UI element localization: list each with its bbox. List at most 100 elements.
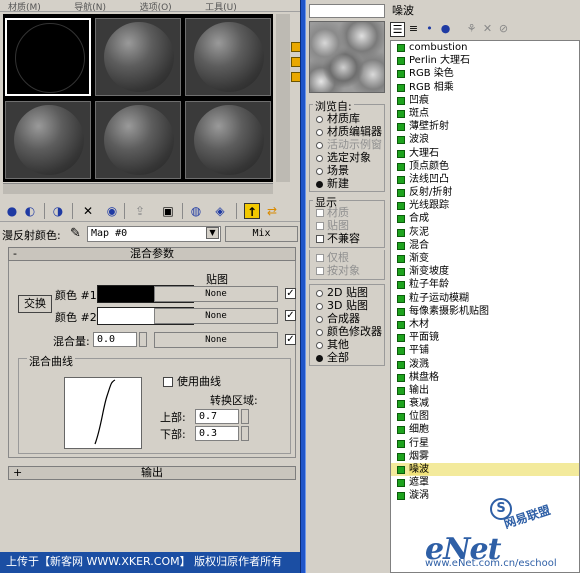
map-list-item[interactable]: 棋盘格: [391, 371, 579, 384]
map-list-item[interactable]: 平铺: [391, 344, 579, 357]
upper-spinner[interactable]: [241, 409, 249, 424]
sample-slot-3[interactable]: [185, 18, 271, 96]
map-list-item[interactable]: 平面镜: [391, 331, 579, 344]
map-list-item[interactable]: 位图: [391, 410, 579, 423]
slots-vertical-scrollbar[interactable]: [276, 14, 290, 182]
map-list-item[interactable]: combustion: [391, 41, 579, 54]
toolbar-separator: [182, 203, 183, 219]
map-name-field[interactable]: Map #0: [87, 226, 221, 242]
map-list-item[interactable]: RGB 相乘: [391, 81, 579, 94]
map-list-item[interactable]: 衰减: [391, 397, 579, 410]
sample-slot-2[interactable]: [95, 18, 181, 96]
map-list-item[interactable]: 每像素摄影机贴图: [391, 305, 579, 318]
map-list-item-label: 每像素摄影机贴图: [409, 305, 489, 317]
menu-options[interactable]: 选项(O): [140, 3, 172, 11]
map-list-item[interactable]: 顶点颜色: [391, 160, 579, 173]
upper-field[interactable]: 0.7: [195, 409, 239, 424]
map-list-item[interactable]: RGB 染色: [391, 67, 579, 80]
map-list-item[interactable]: 渐变坡度: [391, 265, 579, 278]
mix-parameters-header[interactable]: - 混合参数: [8, 247, 296, 261]
lower-spinner[interactable]: [241, 426, 249, 441]
sample-slot-5[interactable]: [95, 101, 181, 179]
put-to-scene-icon[interactable]: ◐: [22, 203, 38, 219]
use-curve-checkbox[interactable]: [163, 377, 173, 387]
go-to-parent-icon[interactable]: ↑: [244, 203, 260, 219]
map-list-item[interactable]: 噪波: [391, 463, 579, 477]
color1-map-checkbox[interactable]: ✓: [285, 288, 296, 299]
swap-button[interactable]: 交换: [18, 295, 52, 313]
chevron-down-icon[interactable]: ▼: [206, 227, 219, 239]
mix-amount-map-button[interactable]: None: [154, 332, 278, 348]
output-rollout-header[interactable]: + 输出: [8, 466, 296, 480]
map-list-item[interactable]: 输出: [391, 384, 579, 397]
map-list-item[interactable]: 行星: [391, 437, 579, 450]
menu-navigation[interactable]: 导航(N): [74, 3, 106, 11]
map-list-item[interactable]: 木材: [391, 318, 579, 331]
view-list-icons-icon[interactable]: ≡: [406, 22, 421, 37]
browse-from-option-label: 选定对象: [327, 151, 371, 164]
map-list-item[interactable]: 漩涡: [391, 489, 579, 502]
reset-map-icon[interactable]: ✕: [80, 203, 96, 219]
browse-from-option-label: 场景: [327, 164, 349, 177]
map-list-item[interactable]: 渐变: [391, 252, 579, 265]
put-to-library-icon[interactable]: ⇪: [132, 203, 148, 219]
delete-from-library-icon[interactable]: ✕: [480, 22, 495, 37]
map-type-filter-option[interactable]: 全部: [316, 352, 388, 365]
browse-from-group: 浏览自: 材质库 材质编辑器 活动示例窗 选定对象 场景 新建: [309, 98, 388, 192]
pick-material-icon[interactable]: ✎: [70, 226, 81, 241]
map-list-item[interactable]: 反射/折射: [391, 186, 579, 199]
slots-horizontal-scrollbar[interactable]: [3, 183, 273, 194]
clear-library-icon[interactable]: ⊘: [496, 22, 511, 37]
map-list-item[interactable]: 粒子年龄: [391, 278, 579, 291]
map-list-item[interactable]: 泼溅: [391, 358, 579, 371]
map-list-item[interactable]: 灰泥: [391, 226, 579, 239]
mix-amount-spinner[interactable]: [139, 332, 147, 347]
map-list-item[interactable]: 粒子运动模糊: [391, 292, 579, 305]
map-list-item[interactable]: 斑点: [391, 107, 579, 120]
map-list-item[interactable]: 遮罩: [391, 476, 579, 489]
sample-slot-6[interactable]: [185, 101, 271, 179]
sample-slot-1[interactable]: [5, 18, 91, 96]
view-list-icon[interactable]: ☰: [390, 22, 405, 37]
map-list-item[interactable]: 光线跟踪: [391, 199, 579, 212]
color2-map-button[interactable]: None: [154, 308, 278, 324]
show-map-in-viewport-icon[interactable]: ◍: [188, 203, 204, 219]
map-list-item[interactable]: 薄壁折射: [391, 120, 579, 133]
material-effects-channel-icon[interactable]: ▣: [160, 203, 176, 219]
map-list-item[interactable]: Perlin 大理石: [391, 54, 579, 67]
map-type-button[interactable]: Mix: [225, 226, 298, 242]
go-forward-to-sibling-icon[interactable]: ⇄: [264, 203, 280, 219]
menu-material[interactable]: 材质(M): [8, 3, 41, 11]
map-list-item[interactable]: 波浪: [391, 133, 579, 146]
view-large-icons-icon[interactable]: ●: [438, 22, 453, 37]
view-small-icons-icon[interactable]: •: [422, 22, 437, 37]
show-filter-option[interactable]: 按对象: [316, 265, 388, 278]
menu-tools[interactable]: 工具(U): [205, 3, 237, 11]
editor-toolbar: ● ◐ ◑ ✕ ◉ ⇪ ▣ ◍ ◈ ↑ ⇄: [0, 200, 300, 222]
get-material-icon[interactable]: ●: [4, 203, 20, 219]
show-end-result-icon[interactable]: ◈: [212, 203, 228, 219]
map-list-item[interactable]: 细胞: [391, 423, 579, 436]
map-list-item[interactable]: 凹痕: [391, 94, 579, 107]
mix-amount-field[interactable]: 0.0: [93, 332, 137, 347]
color2-map-checkbox[interactable]: ✓: [285, 310, 296, 321]
make-unique-icon[interactable]: ◉: [104, 203, 120, 219]
use-curve-option[interactable]: 使用曲线: [163, 373, 221, 389]
upper-label: 上部:: [160, 411, 186, 424]
show-option[interactable]: 不兼容: [316, 233, 388, 246]
sample-slot-4[interactable]: [5, 101, 91, 179]
color1-map-button[interactable]: None: [154, 286, 278, 302]
assign-material-icon[interactable]: ◑: [50, 203, 66, 219]
browse-from-option[interactable]: 新建: [316, 178, 388, 191]
map-list-item[interactable]: 合成: [391, 212, 579, 225]
map-list-item[interactable]: 法线凹凸: [391, 173, 579, 186]
lower-field[interactable]: 0.3: [195, 426, 239, 441]
map-list-item[interactable]: 大理石: [391, 147, 579, 160]
output-rollout-title: 输出: [141, 466, 163, 479]
search-input[interactable]: [309, 4, 385, 18]
map-list-item-label: 遮罩: [409, 477, 429, 489]
mix-map-checkbox[interactable]: ✓: [285, 334, 296, 345]
map-list-item[interactable]: 烟雾: [391, 450, 579, 463]
map-list-item[interactable]: 混合: [391, 239, 579, 252]
update-scene-materials-icon[interactable]: ⚘: [464, 22, 479, 37]
